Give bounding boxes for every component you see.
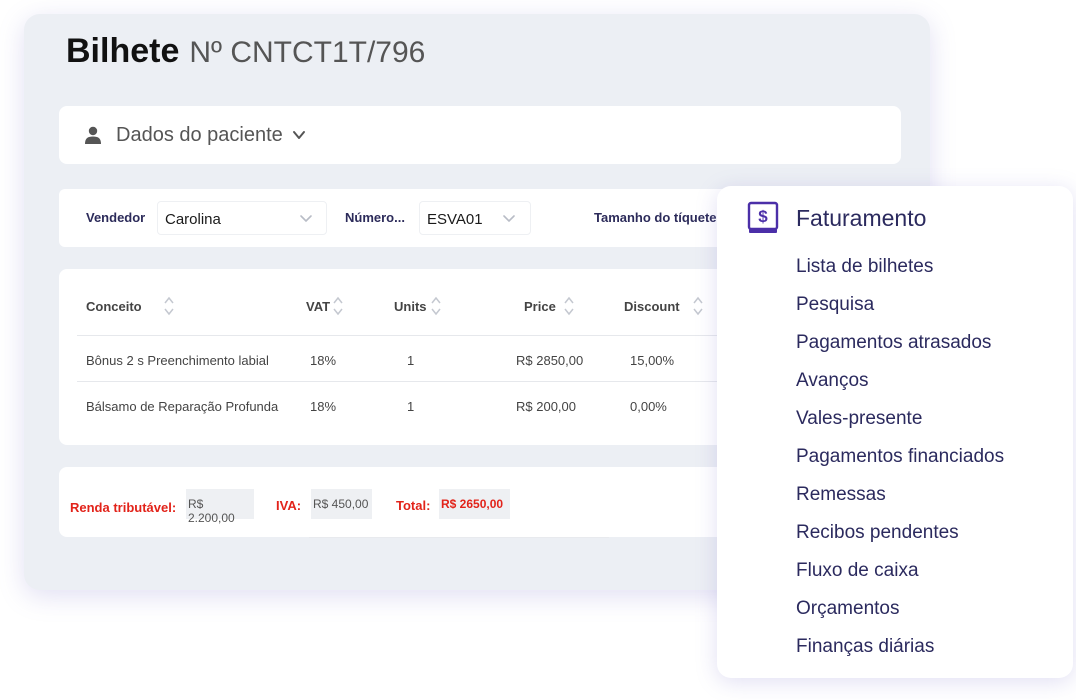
iva-label: IVA: [276,498,302,513]
cell-units: 1 [407,353,415,368]
row-divider [77,381,717,382]
menu-item-ticket-list[interactable]: Lista de bilhetes [796,256,933,278]
menu-item-remittances[interactable]: Remessas [796,484,886,506]
page-title: Bilhete Nº CNTCT1T/796 [66,32,425,71]
seller-select[interactable]: Carolina [157,201,327,235]
cell-price: R$ 200,00 [516,399,576,414]
iva-value: R$ 450,00 [311,489,372,519]
sort-icon[interactable] [164,295,174,317]
sort-icon[interactable] [333,295,343,317]
patient-data-toggle[interactable]: Dados do paciente [59,106,901,164]
chevron-down-icon [300,215,312,223]
taxable-income-value: R$ 2.200,00 [186,489,254,525]
menu-item-pending-receipts[interactable]: Recibos pendentes [796,522,959,544]
seller-label: Vendedor [86,210,146,225]
menu-item-gift-vouchers[interactable]: Vales-presente [796,408,922,430]
menu-item-advances[interactable]: Avanços [796,370,869,392]
menu-item-search[interactable]: Pesquisa [796,294,874,316]
chevron-down-icon [293,131,305,139]
cell-discount: 0,00% [630,399,667,414]
cell-units: 1 [407,399,415,414]
chevron-down-icon [503,215,515,223]
number-label: Número... [345,210,405,225]
divider [309,537,609,538]
cell-price: R$ 2850,00 [516,353,584,368]
ticket-size-label: Tamanho do tíquete [594,210,717,225]
cell-concept: Bálsamo de Reparação Profunda [86,399,279,414]
ticket-title: Bilhete [66,32,180,70]
seller-value: Carolina [165,211,221,228]
column-header-units[interactable]: Units [394,299,427,314]
billing-dollar-icon: $ [747,201,779,233]
person-icon [85,126,101,144]
total-value: R$ 2650,00 [439,489,510,519]
column-header-discount[interactable]: Discount [624,299,680,314]
menu-item-cash-flow[interactable]: Fluxo de caixa [796,560,919,582]
cell-concept: Bônus 2 s Preenchimento labial [86,353,269,368]
row-divider [77,335,717,336]
cell-vat: 18% [310,353,337,368]
menu-item-late-payments[interactable]: Pagamentos atrasados [796,332,991,354]
cell-vat: 18% [310,399,337,414]
sort-icon[interactable] [564,295,574,317]
cell-discount: 15,00% [630,353,675,368]
patient-data-label: Dados do paciente [116,124,283,146]
sort-icon[interactable] [693,295,703,317]
ticket-number: Nº CNTCT1T/796 [189,36,426,69]
taxable-income-label: Renda tributável: [70,500,177,515]
menu-item-budgets[interactable]: Orçamentos [796,598,899,620]
column-header-price[interactable]: Price [524,299,556,314]
billing-menu: $ Faturamento Lista de bilhetes Pesquisa… [717,186,1073,678]
billing-menu-title: Faturamento [796,205,927,231]
total-label: Total: [396,498,431,513]
column-header-concept[interactable]: Conceito [86,299,142,314]
number-value: ESVA01 [427,211,483,228]
column-header-vat[interactable]: VAT [306,299,330,314]
sort-icon[interactable] [431,295,441,317]
svg-text:$: $ [758,207,768,226]
menu-item-daily-finances[interactable]: Finanças diárias [796,636,934,658]
number-select[interactable]: ESVA01 [419,201,531,235]
menu-item-financed-payments[interactable]: Pagamentos financiados [796,446,1004,468]
